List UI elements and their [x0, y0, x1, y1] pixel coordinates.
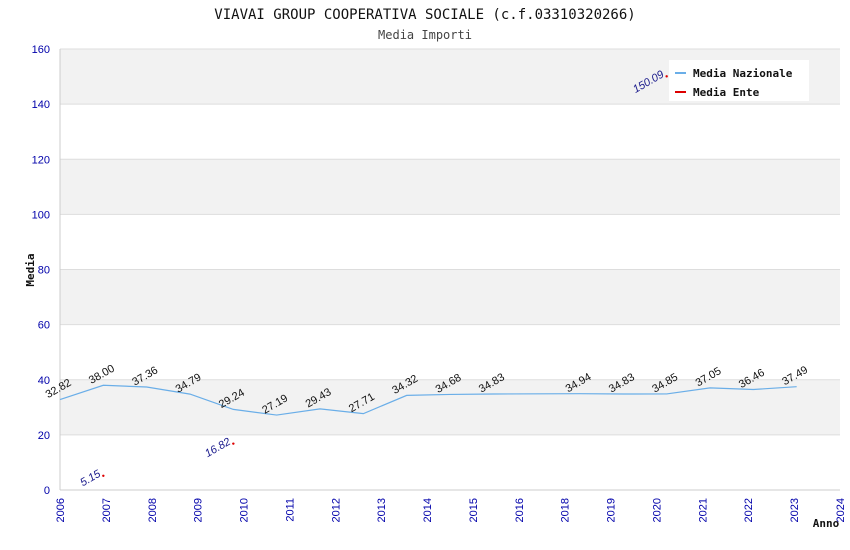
data-point-ente [665, 75, 668, 78]
legend-entry: Media Ente [693, 86, 760, 99]
x-tick-label: 2014 [422, 498, 434, 522]
x-axis-ticks: 2006 2007 2008 2009 2010 2011 2012 2013 2014 2015… [55, 498, 847, 522]
y-tick-label: 20 [38, 430, 50, 442]
grid-band [60, 269, 840, 325]
x-tick-label: 2021 [697, 498, 709, 522]
chart-subtitle: Media Importi [378, 28, 472, 42]
x-tick-label: 2018 [560, 498, 572, 522]
x-tick-label: 2022 [743, 498, 755, 522]
y-tick-label: 140 [32, 99, 50, 111]
x-tick-label: 2019 [606, 498, 618, 522]
y-tick-label: 160 [32, 44, 50, 56]
x-tick-label: 2011 [284, 498, 296, 522]
y-tick-label: 120 [32, 154, 50, 166]
x-tick-label: 2013 [376, 498, 388, 522]
x-tick-label: 2020 [651, 498, 663, 522]
y-tick-label: 40 [38, 375, 50, 387]
y-tick-label: 0 [44, 485, 50, 497]
x-tick-label: 2007 [101, 498, 113, 522]
data-label-ente: 16.82 [203, 436, 233, 460]
x-tick-label: 2010 [239, 498, 251, 522]
y-tick-label: 80 [38, 265, 50, 277]
x-tick-label: 2015 [468, 498, 480, 522]
grid-band [60, 159, 840, 215]
chart: 020406080100120140160 2006 2007 2008 2009 20… [24, 7, 847, 530]
x-tick-label: 2006 [55, 498, 67, 522]
x-axis-title: Anno [813, 517, 840, 530]
legend: Media Nazionale Media Ente [669, 60, 809, 101]
legend-entry: Media Nazionale [693, 67, 793, 80]
data-label-ente: 5.15 [78, 468, 103, 490]
x-tick-label: 2012 [330, 498, 342, 522]
x-tick-label: 2009 [193, 498, 205, 522]
chart-title: VIAVAI GROUP COOPERATIVA SOCIALE (c.f.03… [214, 7, 635, 23]
data-point-ente [102, 474, 105, 478]
y-axis-title: Media [24, 253, 37, 286]
x-tick-label: 2008 [147, 498, 159, 522]
data-point-ente [232, 442, 235, 445]
x-tick-label: 2023 [789, 498, 801, 522]
x-tick-label: 2016 [514, 498, 526, 522]
y-tick-label: 60 [38, 320, 50, 332]
y-tick-label: 100 [32, 209, 50, 221]
